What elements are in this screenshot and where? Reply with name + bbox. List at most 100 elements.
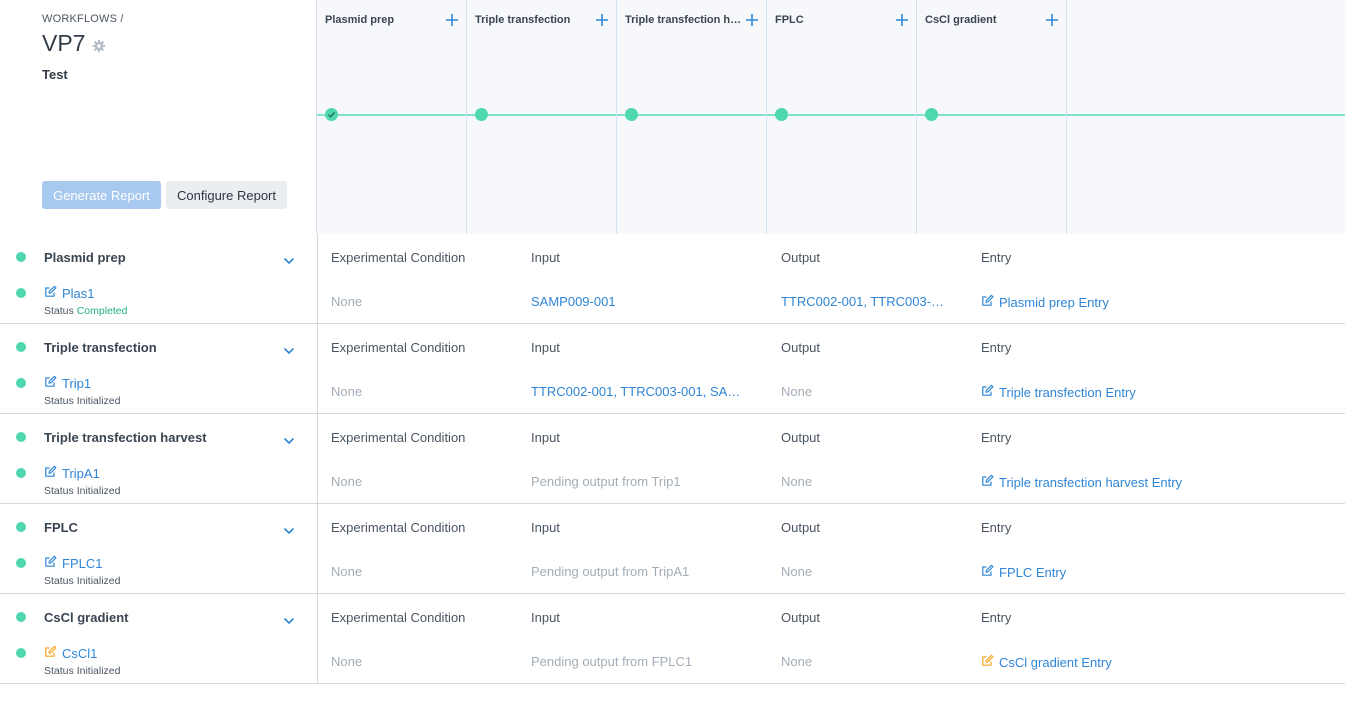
- plus-icon[interactable]: [1045, 13, 1059, 27]
- check-icon: [328, 111, 336, 118]
- input-value: Pending output from FPLC1: [531, 654, 693, 669]
- output-value: None: [781, 474, 813, 489]
- stage-title: FPLC: [44, 520, 78, 535]
- input-header: Input: [531, 340, 560, 355]
- generate-report-button[interactable]: Generate Report: [42, 181, 161, 209]
- status-value: Initialized: [76, 485, 121, 497]
- output-value: None: [781, 654, 813, 669]
- condition-value: None: [331, 384, 363, 399]
- run-link[interactable]: FPLC1: [44, 555, 102, 571]
- chevron-down-icon[interactable]: [283, 432, 295, 445]
- plus-icon[interactable]: [895, 13, 909, 27]
- timeline-stage-name: CsCl gradient: [925, 14, 997, 26]
- edit-icon: [981, 384, 994, 400]
- status-label: Status: [44, 305, 74, 317]
- status-value: Initialized: [76, 395, 121, 407]
- stage-title: Plasmid prep: [44, 250, 126, 265]
- output-header: Output: [781, 520, 821, 535]
- stage-row-summary: Plasmid prep Plas1 Status Completed: [0, 234, 318, 323]
- run-status: Status Completed: [44, 305, 127, 317]
- chevron-down-icon[interactable]: [283, 342, 295, 355]
- condition-value: None: [331, 564, 363, 579]
- plus-icon[interactable]: [745, 13, 759, 27]
- timeline-dot[interactable]: [925, 108, 938, 121]
- output-header: Output: [781, 340, 821, 355]
- edit-icon: [981, 294, 994, 310]
- plus-icon[interactable]: [445, 13, 459, 27]
- run-status-dot: [16, 468, 26, 478]
- edit-icon: [44, 375, 57, 391]
- run-link[interactable]: TripA1: [44, 465, 100, 481]
- entry-header: Entry: [981, 430, 1012, 445]
- input-header: Input: [531, 250, 560, 265]
- entry-header: Entry: [981, 520, 1012, 535]
- stage-row: Triple transfection Trip1 Status Initializ…: [0, 324, 1345, 414]
- entry-link[interactable]: Triple transfection harvest Entry: [981, 474, 1182, 490]
- stage-status-dot: [16, 612, 26, 622]
- entry-header: Entry: [981, 610, 1012, 625]
- edit-icon: [44, 645, 57, 661]
- run-name: Trip1: [62, 375, 92, 391]
- entry-link[interactable]: CsCl gradient Entry: [981, 654, 1112, 670]
- stage-status-dot: [16, 522, 26, 532]
- stage-row: CsCl gradient CsCl1 Status Initialized Expe…: [0, 594, 1345, 684]
- entry-header: Entry: [981, 250, 1012, 265]
- condition-value: None: [331, 294, 363, 309]
- condition-header: Experimental Condition: [331, 610, 466, 625]
- input-value[interactable]: SAMP009-001: [531, 294, 751, 309]
- edit-icon: [44, 465, 57, 481]
- run-status-dot: [16, 558, 26, 568]
- page-title: VP7: [42, 30, 86, 56]
- input-header: Input: [531, 430, 560, 445]
- status-label: Status: [44, 665, 74, 677]
- output-header: Output: [781, 610, 821, 625]
- status-value: Initialized: [76, 575, 121, 587]
- run-link[interactable]: CsCl1: [44, 645, 97, 661]
- stage-rows: Plasmid prep Plas1 Status Completed Experim…: [0, 234, 1345, 684]
- edit-icon: [981, 564, 994, 580]
- run-name: TripA1: [62, 465, 100, 481]
- chevron-down-icon[interactable]: [283, 522, 295, 535]
- stage-row-summary: CsCl gradient CsCl1 Status Initialized: [0, 594, 318, 683]
- run-status-dot: [16, 288, 26, 298]
- condition-header: Experimental Condition: [331, 520, 466, 535]
- status-label: Status: [44, 575, 74, 587]
- timeline-dot[interactable]: [475, 108, 488, 121]
- output-value: None: [781, 384, 813, 399]
- gear-icon[interactable]: [92, 39, 106, 53]
- run-link[interactable]: Plas1: [44, 285, 95, 301]
- output-value[interactable]: TTRC002-001, TTRC003-001: [781, 294, 951, 309]
- condition-value: None: [331, 654, 363, 669]
- edit-icon: [44, 555, 57, 571]
- run-name: CsCl1: [62, 645, 98, 661]
- configure-report-button[interactable]: Configure Report: [166, 181, 287, 209]
- timeline-stage-name: Plasmid prep: [325, 14, 395, 26]
- stage-row-summary: FPLC FPLC1 Status Initialized: [0, 504, 318, 593]
- timeline-dot[interactable]: [625, 108, 638, 121]
- entry-name: CsCl gradient Entry: [999, 654, 1112, 670]
- status-label: Status: [44, 485, 74, 497]
- timeline-dot-completed[interactable]: [325, 108, 338, 121]
- timeline-dot[interactable]: [775, 108, 788, 121]
- breadcrumb[interactable]: WORKFLOWS /: [42, 13, 124, 25]
- chevron-down-icon[interactable]: [283, 252, 295, 265]
- stage-row-summary: Triple transfection harvest TripA1 Status …: [0, 414, 318, 503]
- run-name: Plas1: [62, 285, 95, 301]
- stage-title: CsCl gradient: [44, 610, 129, 625]
- entry-link[interactable]: FPLC Entry: [981, 564, 1066, 580]
- entry-name: Plasmid prep Entry: [999, 294, 1109, 310]
- input-value: Pending output from TripA1: [531, 564, 690, 579]
- entry-link[interactable]: Plasmid prep Entry: [981, 294, 1109, 310]
- run-link[interactable]: Trip1: [44, 375, 91, 391]
- status-label: Status: [44, 395, 74, 407]
- input-header: Input: [531, 520, 560, 535]
- run-status: Status Initialized: [44, 665, 120, 677]
- timeline-stage: Triple transfection: [467, 0, 617, 234]
- entry-link[interactable]: Triple transfection Entry: [981, 384, 1136, 400]
- input-value[interactable]: TTRC002-001, TTRC003-001, SAMP009-001: [531, 384, 751, 399]
- run-status: Status Initialized: [44, 575, 120, 587]
- stage-status-dot: [16, 252, 26, 262]
- plus-icon[interactable]: [595, 13, 609, 27]
- chevron-down-icon[interactable]: [283, 612, 295, 625]
- edit-icon: [981, 474, 994, 490]
